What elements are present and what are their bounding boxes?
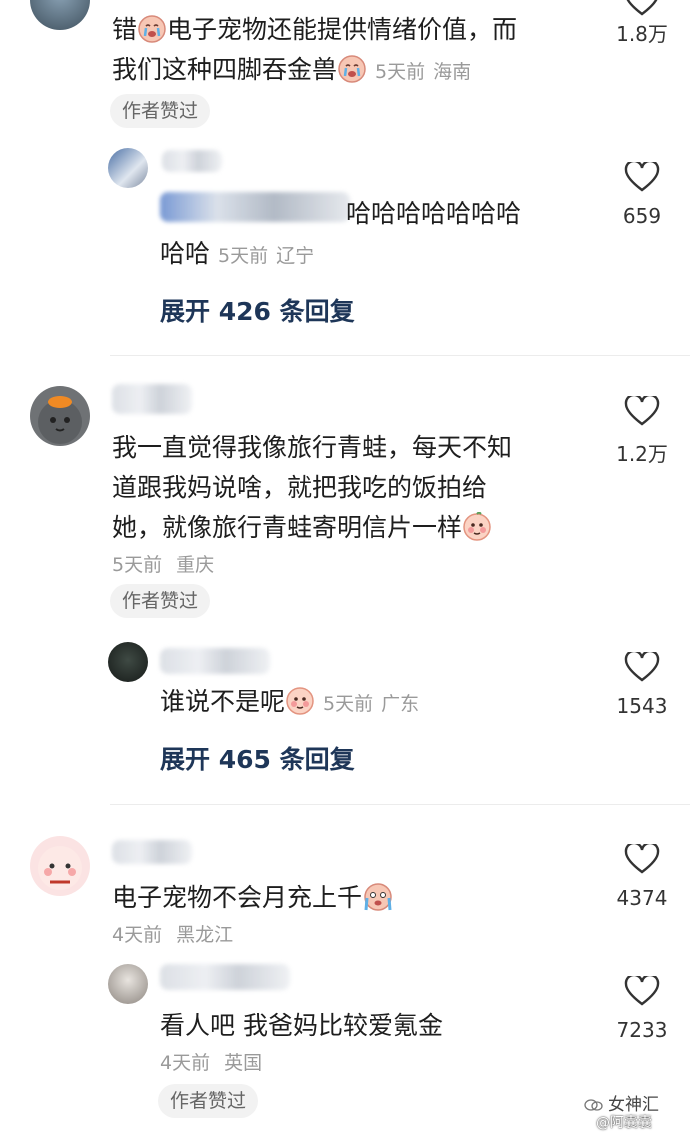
comment-location: 黑龙江 — [176, 924, 234, 946]
heart-outline-icon — [624, 396, 660, 426]
reply-time: 4天前 — [160, 1052, 211, 1074]
heart-outline-icon — [624, 652, 660, 682]
avatar[interactable] — [30, 0, 90, 30]
like-button[interactable] — [602, 0, 682, 16]
heart-outline-icon — [624, 162, 660, 192]
reply-text: 谁说不是呢 5天前 广东 — [160, 682, 419, 728]
like-button[interactable] — [602, 396, 682, 426]
like-count: 659 — [622, 204, 662, 228]
reply-meta: 4天前 英国 — [160, 1048, 262, 1075]
author-liked-badge: 作者赞过 — [158, 1084, 259, 1118]
reply-time: 5天前 — [323, 693, 374, 715]
crying-emoji-icon — [362, 882, 394, 924]
like-button[interactable] — [602, 976, 682, 1006]
heart-outline-icon — [624, 976, 660, 1006]
like-button[interactable] — [602, 652, 682, 682]
comment-text-line2: 我们这种四脚吞金兽 5天前 海南 — [112, 50, 471, 96]
like-count: 1543 — [616, 694, 668, 718]
comment-time: 4天前 — [112, 924, 163, 946]
username-blurred — [162, 150, 222, 172]
expand-replies-link[interactable]: 展开 426 条回复 — [160, 292, 355, 328]
username-blurred — [112, 384, 192, 414]
like-count: 7233 — [616, 1018, 668, 1042]
avatar[interactable] — [30, 386, 90, 446]
comment-text: 我一直觉得我像旅行青蛙，每天不知 — [112, 433, 513, 462]
expand-replies-link[interactable]: 展开 465 条回复 — [160, 740, 355, 776]
reply-text: 看人吧 我爸妈比较爱氪金 — [160, 1011, 443, 1040]
heart-outline-icon — [624, 844, 660, 874]
comment-text: 她，就像旅行青蛙寄明信片一样 — [112, 508, 492, 554]
comment-location: 海南 — [433, 61, 472, 83]
divider — [110, 804, 690, 805]
reply-location: 广东 — [381, 693, 420, 715]
avatar[interactable] — [108, 964, 148, 1004]
blushing-emoji-icon — [462, 510, 492, 554]
username-blurred — [160, 964, 290, 990]
reply-location: 辽宁 — [276, 245, 315, 267]
avatar[interactable] — [30, 836, 90, 896]
blushing-emoji-icon — [285, 686, 315, 728]
reply-time: 5天前 — [218, 245, 269, 267]
comment-text: 道跟我妈说啥，就把我吃的饭拍给 — [112, 473, 488, 502]
crying-emoji-icon — [337, 54, 367, 96]
username-blurred — [160, 648, 270, 674]
heart-outline-icon — [626, 0, 658, 16]
watermark: 女神汇 @阿囊囊 — [584, 1090, 688, 1131]
wechat-logo-icon — [584, 1097, 604, 1111]
watermark-handle: @阿囊囊 — [596, 1115, 652, 1131]
reply-location: 英国 — [224, 1052, 263, 1074]
author-liked-badge: 作者赞过 — [110, 584, 211, 618]
comment-meta: 4天前 黑龙江 — [112, 920, 233, 947]
username-blurred — [160, 192, 350, 222]
author-liked-badge: 作者赞过 — [110, 94, 211, 128]
comment-location: 重庆 — [176, 554, 215, 576]
like-count: 4374 — [616, 886, 668, 910]
reply-text-line2: 哈哈 5天前 辽宁 — [160, 239, 315, 268]
comment-time: 5天前 — [112, 554, 163, 576]
like-button[interactable] — [602, 162, 682, 192]
reply-text: 哈哈哈哈哈哈哈 — [346, 199, 522, 228]
divider — [110, 355, 690, 356]
comment-text: 电子宠物不会月充上千 — [112, 878, 394, 924]
avatar[interactable] — [108, 148, 148, 188]
comment-time: 5天前 — [375, 61, 426, 83]
like-button[interactable] — [602, 844, 682, 874]
username-blurred — [112, 840, 192, 864]
avatar[interactable] — [108, 642, 148, 682]
comment-meta: 5天前 重庆 — [112, 550, 214, 577]
like-count: 1.8万 — [616, 22, 668, 46]
like-count: 1.2万 — [616, 442, 668, 466]
